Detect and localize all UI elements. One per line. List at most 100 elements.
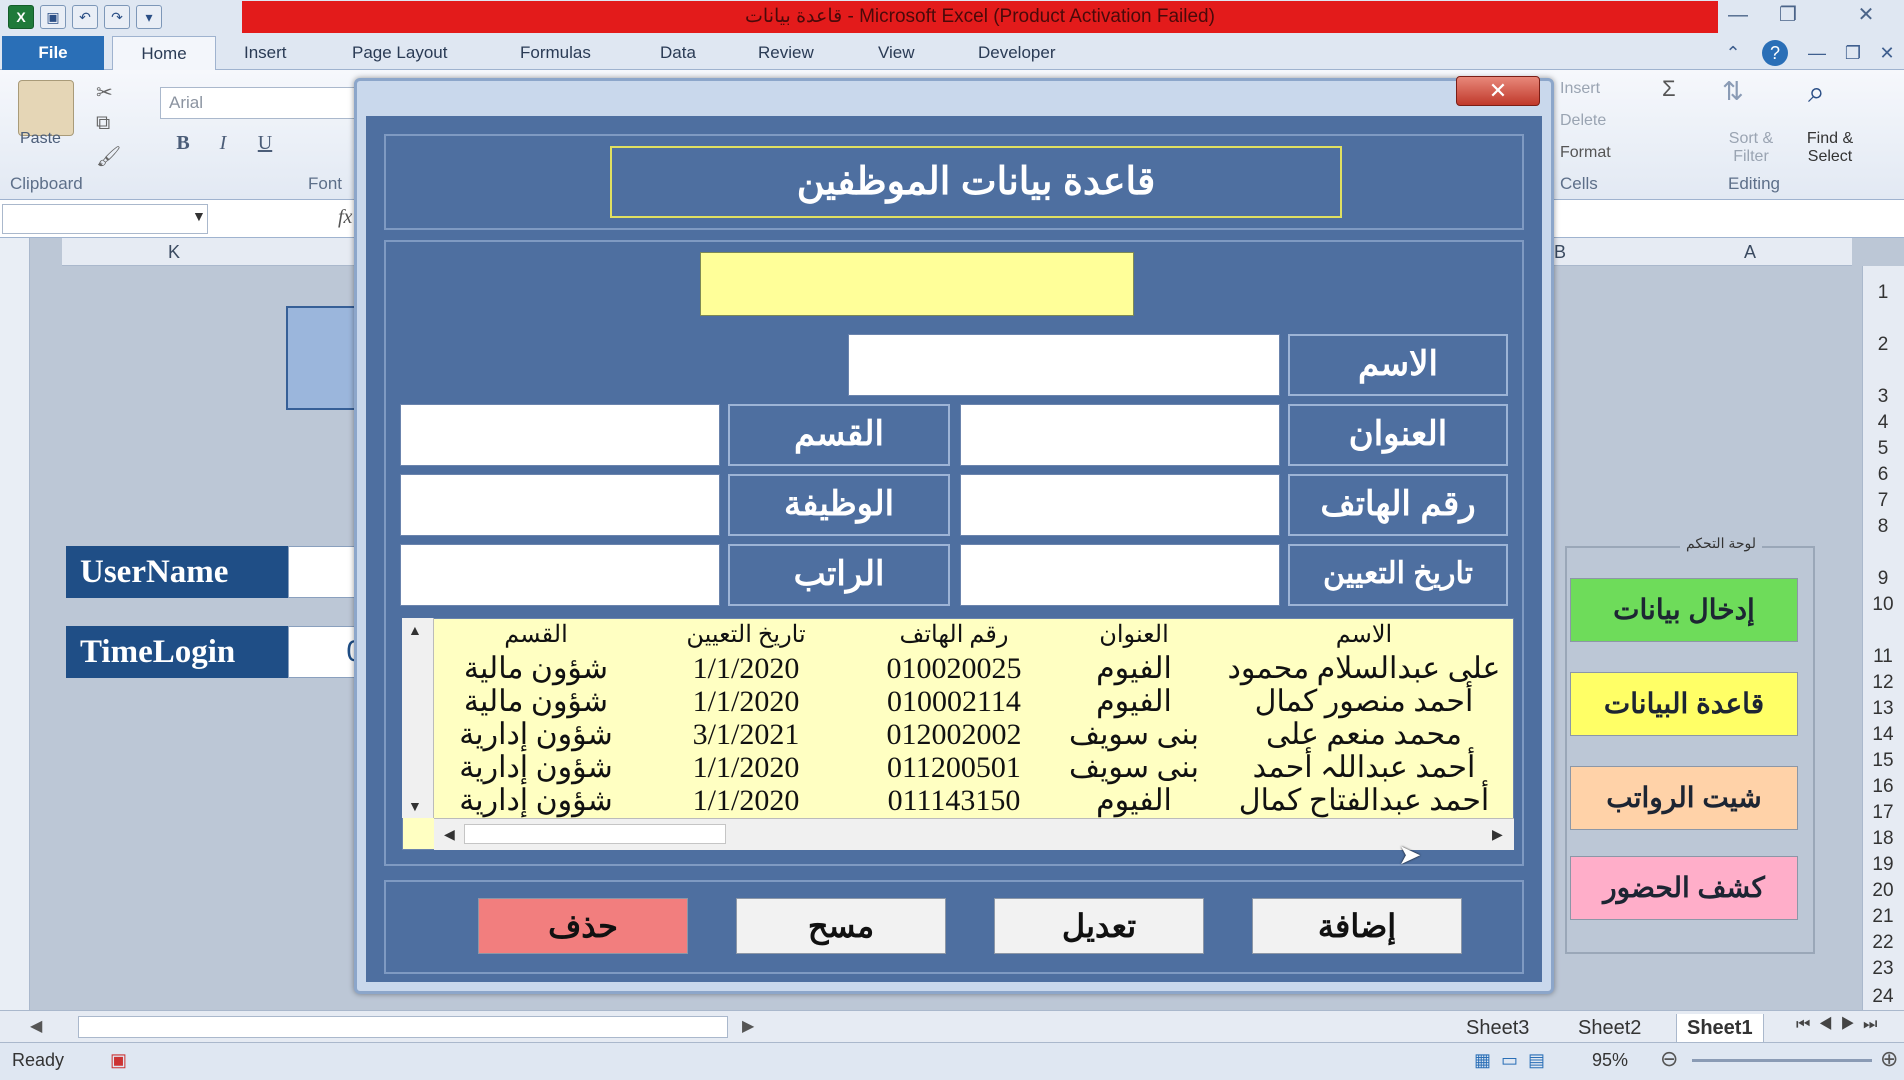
add-button[interactable]: إضافة <box>1252 898 1462 954</box>
find-select-icon[interactable]: ⌕ <box>1808 76 1825 110</box>
scroll-left-icon[interactable]: ◀ <box>30 1016 42 1036</box>
tab-sheet3[interactable]: Sheet3 <box>1456 1014 1539 1042</box>
column-header-a[interactable]: A <box>1744 242 1756 263</box>
redo-icon[interactable]: ↷ <box>104 5 130 29</box>
customize-toolbar-icon[interactable]: ▾ <box>136 5 162 29</box>
name-input[interactable] <box>848 334 1280 396</box>
tab-review[interactable]: Review <box>746 36 826 70</box>
address-input[interactable] <box>960 404 1280 466</box>
zoom-level[interactable]: 95% <box>1592 1050 1628 1071</box>
row-header-16[interactable]: 16 <box>1864 776 1902 798</box>
row-header-11[interactable]: 11 <box>1864 646 1902 668</box>
salaries-sheet-button[interactable]: شيت الرواتب <box>1570 766 1798 830</box>
row-header-8[interactable]: 8 <box>1864 516 1902 538</box>
row-header-6[interactable]: 6 <box>1864 464 1902 486</box>
vertical-split-scrollbar[interactable] <box>0 238 30 1018</box>
row-header-19[interactable]: 19 <box>1864 854 1902 876</box>
edit-button[interactable]: تعديل <box>994 898 1204 954</box>
row-header-21[interactable]: 21 <box>1864 906 1902 928</box>
close-window-button[interactable]: ✕ <box>1848 2 1884 28</box>
listbox-row[interactable]: أحمد منصور كمال الفيوم 010002114 1/1/2020 شؤ… <box>434 685 1514 719</box>
zoom-out-icon[interactable]: ⊖ <box>1660 1046 1678 1072</box>
listbox-row[interactable]: على عبدالسلام محمود الفيوم 010020025 1/1/20… <box>434 652 1514 686</box>
find-select-label[interactable]: Find & Select <box>1792 130 1868 166</box>
close-workbook-icon[interactable]: ✕ <box>1874 40 1900 66</box>
hire-date-input[interactable] <box>960 544 1280 606</box>
row-header-3[interactable]: 3 <box>1864 386 1902 408</box>
row-header-4[interactable]: 4 <box>1864 412 1902 434</box>
macro-record-icon[interactable]: ▣ <box>110 1050 127 1071</box>
row-header-22[interactable]: 22 <box>1864 932 1902 954</box>
minimize-workbook-icon[interactable]: — <box>1804 40 1830 66</box>
listbox-scroll-left-icon[interactable]: ◀ <box>444 826 455 843</box>
row-header-7[interactable]: 7 <box>1864 490 1902 512</box>
sort-filter-label[interactable]: Sort & Filter <box>1716 130 1786 166</box>
listbox-row[interactable]: أحمد عبدالفتاح كمال الفيوم 011143150 1/1/20… <box>434 784 1514 818</box>
restore-window-button[interactable]: ❐ <box>1770 2 1806 28</box>
row-header-9[interactable]: 9 <box>1864 568 1902 590</box>
dialog-close-button[interactable]: ✕ <box>1456 76 1540 106</box>
font-name-box[interactable]: Arial <box>160 87 360 119</box>
listbox-scroll-thumb[interactable] <box>464 824 726 844</box>
name-box[interactable] <box>2 204 208 234</box>
paste-label[interactable]: Paste <box>20 130 61 148</box>
listbox-scroll-right-icon[interactable]: ▶ <box>1492 826 1503 843</box>
tab-sheet2[interactable]: Sheet2 <box>1568 1014 1651 1042</box>
zoom-slider[interactable] <box>1692 1059 1872 1062</box>
row-header-14[interactable]: 14 <box>1864 724 1902 746</box>
department-input[interactable] <box>400 404 720 466</box>
row-header-1[interactable]: 1 <box>1864 282 1902 304</box>
column-header-k[interactable]: K <box>168 242 180 263</box>
scroll-right-icon[interactable]: ▶ <box>742 1016 754 1036</box>
attendance-button[interactable]: كشف الحضور <box>1570 856 1798 920</box>
job-input[interactable] <box>400 474 720 536</box>
tab-page-layout[interactable]: Page Layout <box>340 36 459 70</box>
row-header-5[interactable]: 5 <box>1864 438 1902 460</box>
listbox-scroll-up-icon[interactable]: ▲ <box>408 622 422 638</box>
underline-icon[interactable]: U <box>252 132 278 155</box>
salary-input[interactable] <box>400 544 720 606</box>
row-header-20[interactable]: 20 <box>1864 880 1902 902</box>
format-painter-icon[interactable]: 🖌 <box>96 144 121 169</box>
listbox-row[interactable]: محمد منعم على بنى سويف 012002002 3/1/2021 شؤ… <box>434 718 1514 752</box>
tab-formulas[interactable]: Formulas <box>508 36 603 70</box>
listbox-row[interactable]: أحمد عبداللہ أحمد بنى سويف 011200501 1/1/20… <box>434 751 1514 785</box>
format-cells-button[interactable]: Format <box>1560 144 1611 162</box>
row-header-15[interactable]: 15 <box>1864 750 1902 772</box>
cut-icon[interactable]: ✂ <box>96 80 113 105</box>
row-header-12[interactable]: 12 <box>1864 672 1902 694</box>
sort-filter-icon[interactable]: ⇅ <box>1722 76 1744 107</box>
search-field[interactable] <box>700 252 1134 316</box>
restore-workbook-icon[interactable]: ❐ <box>1840 40 1866 66</box>
view-mode-icons[interactable]: ▦▭▤ <box>1474 1050 1555 1071</box>
function-icon[interactable]: fx <box>338 206 352 229</box>
database-button[interactable]: قاعدة البيانات <box>1570 672 1798 736</box>
clear-button[interactable]: مسح <box>736 898 946 954</box>
row-header-13[interactable]: 13 <box>1864 698 1902 720</box>
tab-insert[interactable]: Insert <box>232 36 299 70</box>
tab-data[interactable]: Data <box>648 36 708 70</box>
row-header-2[interactable]: 2 <box>1864 334 1902 356</box>
tab-view[interactable]: View <box>866 36 927 70</box>
horizontal-scrollbar[interactable] <box>78 1016 728 1038</box>
insert-cells-button[interactable]: Insert <box>1560 80 1600 98</box>
save-icon[interactable]: ▣ <box>40 5 66 29</box>
autosum-icon[interactable]: Σ <box>1662 76 1676 102</box>
row-header-23[interactable]: 23 <box>1864 958 1902 980</box>
row-header-10[interactable]: 10 <box>1864 594 1902 616</box>
name-box-dropdown-icon[interactable]: ▼ <box>192 208 206 224</box>
delete-button[interactable]: حذف <box>478 898 688 954</box>
copy-icon[interactable]: ⧉ <box>96 112 110 135</box>
delete-cells-button[interactable]: Delete <box>1560 112 1606 130</box>
tab-home[interactable]: Home <box>112 36 216 70</box>
undo-icon[interactable]: ↶ <box>72 5 98 29</box>
row-header-24[interactable]: 24 <box>1864 986 1902 1008</box>
help-icon[interactable]: ? <box>1762 40 1788 66</box>
listbox-vertical-scrollbar[interactable] <box>402 618 434 818</box>
tab-developer[interactable]: Developer <box>966 36 1068 70</box>
column-header-b[interactable]: B <box>1554 242 1566 263</box>
tab-file[interactable]: File <box>2 36 104 70</box>
data-entry-button[interactable]: إدخال بيانات <box>1570 578 1798 642</box>
zoom-in-icon[interactable]: ⊕ <box>1880 1046 1898 1072</box>
tab-sheet1[interactable]: Sheet1 <box>1676 1014 1764 1043</box>
